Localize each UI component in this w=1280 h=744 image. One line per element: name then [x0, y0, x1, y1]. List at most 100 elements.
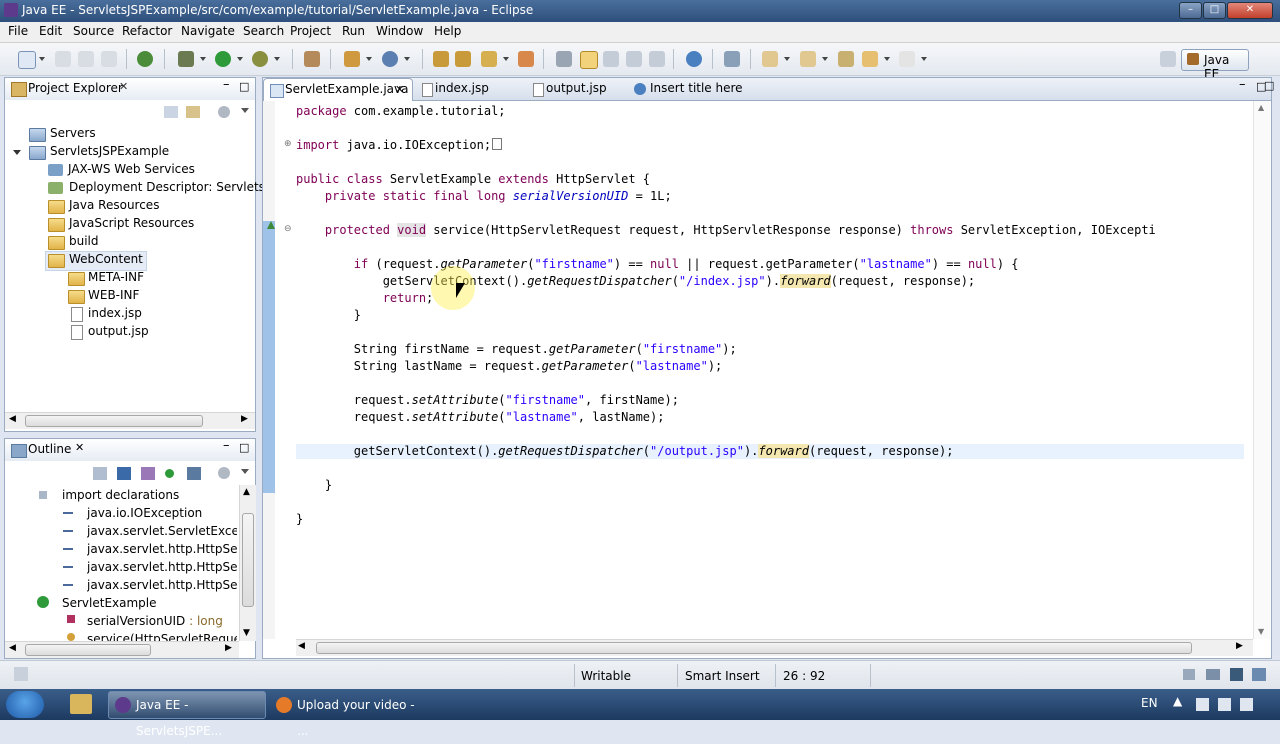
outline-import-3[interactable]: javax.servlet.http.HttpServlet: [87, 542, 237, 556]
prev-annotation-icon[interactable]: [800, 51, 816, 67]
hide-nonpublic-icon[interactable]: [165, 469, 174, 478]
outline-import-4[interactable]: javax.servlet.http.HttpServlet: [87, 560, 237, 574]
scrollbar-thumb[interactable]: [316, 642, 1192, 654]
tree-item-servers[interactable]: Servers: [50, 126, 96, 140]
tree-item-project[interactable]: ServletsJSPExample: [50, 144, 169, 158]
outline-import-declarations[interactable]: import declarations: [62, 488, 179, 502]
open-task-icon[interactable]: [518, 51, 534, 67]
console-icon[interactable]: [1230, 668, 1243, 681]
search-icon[interactable]: [481, 51, 497, 67]
maximize-button[interactable]: □: [1203, 2, 1226, 19]
menu-project[interactable]: Project: [290, 24, 331, 38]
action-center-icon[interactable]: [1196, 698, 1209, 711]
tree-item-javascript-resources[interactable]: JavaScript Resources: [69, 216, 194, 230]
close-tab-icon[interactable]: ✕: [395, 79, 404, 100]
tray-expand-icon[interactable]: ▲: [1173, 694, 1182, 708]
code-line[interactable]: public class ServletExample extends Http…: [296, 172, 650, 186]
menu-navigate[interactable]: Navigate: [181, 24, 235, 38]
tree-item-jaxws[interactable]: JAX-WS Web Services: [68, 162, 195, 176]
tab-index-jsp[interactable]: index.jsp: [418, 78, 510, 100]
open-type-icon[interactable]: [433, 51, 449, 67]
last-edit-icon[interactable]: [838, 51, 854, 67]
network-icon[interactable]: [1218, 698, 1231, 711]
new-dropdown-icon[interactable]: [39, 57, 45, 61]
problems-icon[interactable]: [1252, 668, 1266, 681]
tree-item-meta-inf[interactable]: META-INF: [88, 270, 144, 284]
hide-fields-icon[interactable]: [117, 467, 131, 480]
paragraph-icon[interactable]: [649, 51, 665, 67]
tree-item-web-inf[interactable]: WEB-INF: [88, 288, 139, 302]
expand-icon[interactable]: [13, 150, 21, 155]
editor-horizontal-scrollbar[interactable]: ◀ ▶: [296, 639, 1253, 656]
code-line[interactable]: getServletContext().getRequestDispatcher…: [296, 444, 953, 458]
sort-icon[interactable]: [93, 467, 107, 480]
link-editor-icon[interactable]: [186, 106, 200, 118]
outline-class[interactable]: ServletExample: [62, 596, 157, 610]
view-menu-icon[interactable]: [218, 106, 230, 118]
run-icon[interactable]: [215, 51, 231, 67]
new-class-icon[interactable]: [382, 51, 398, 67]
explorer-icon[interactable]: [70, 694, 92, 714]
debug-icon[interactable]: [178, 51, 194, 67]
view-menu-icon[interactable]: [218, 467, 230, 479]
close-view-icon[interactable]: ✕: [75, 441, 84, 454]
tree-item-index-jsp[interactable]: index.jsp: [88, 306, 142, 320]
menu-file[interactable]: File: [8, 24, 28, 38]
view-dropdown-icon[interactable]: [241, 108, 249, 113]
save-all-icon[interactable]: [78, 51, 94, 67]
taskbar-eclipse[interactable]: Java EE - ServletsJSPE...: [108, 691, 266, 738]
collapse-all-icon[interactable]: [164, 106, 178, 118]
start-button[interactable]: [6, 691, 44, 718]
tab-browser[interactable]: Insert title here: [633, 78, 743, 100]
code-line[interactable]: String firstName = request.getParameter(…: [296, 342, 737, 356]
code-line[interactable]: if (request.getParameter("firstname") ==…: [296, 257, 1019, 271]
external-tools-icon[interactable]: [252, 51, 268, 67]
open-resource-icon[interactable]: [455, 51, 471, 67]
code-line[interactable]: request.setAttribute("lastname", lastNam…: [296, 410, 665, 424]
menu-window[interactable]: Window: [376, 24, 423, 38]
refresh-icon[interactable]: [724, 51, 740, 67]
fold-collapse-icon[interactable]: ⊖: [284, 225, 293, 234]
tree-item-java-resources[interactable]: Java Resources: [69, 198, 159, 212]
code-line[interactable]: }: [296, 512, 303, 526]
toggle-highlight-icon[interactable]: [580, 51, 598, 69]
horizontal-scrollbar[interactable]: ◀ ▶: [5, 641, 239, 658]
menu-help[interactable]: Help: [434, 24, 461, 38]
maximize-area-icon[interactable]: □: [1264, 79, 1274, 92]
code-line[interactable]: package com.example.tutorial;: [296, 104, 506, 118]
outline-import-1[interactable]: java.io.IOException: [87, 506, 202, 520]
block-selection-icon[interactable]: [603, 51, 619, 67]
code-line[interactable]: protected void service(HttpServletReques…: [296, 223, 1244, 237]
tree-item-build[interactable]: build: [69, 234, 99, 248]
menu-run[interactable]: Run: [342, 24, 365, 38]
outline-field[interactable]: serialVersionUID : long: [87, 614, 223, 628]
language-indicator[interactable]: EN: [1141, 696, 1158, 710]
fast-view-icon[interactable]: [14, 667, 28, 681]
code-line[interactable]: request.setAttribute("firstname", firstN…: [296, 393, 679, 407]
scrollbar-thumb[interactable]: [25, 415, 203, 427]
save-icon[interactable]: [55, 51, 71, 67]
hide-static-icon[interactable]: [141, 467, 155, 480]
forward-icon[interactable]: [899, 51, 915, 67]
code-line[interactable]: }: [296, 308, 361, 322]
code-line[interactable]: String lastName = request.getParameter("…: [296, 359, 722, 373]
menu-refactor[interactable]: Refactor: [122, 24, 172, 38]
code-line[interactable]: }: [296, 478, 332, 492]
tree-item-webcontent[interactable]: WebContent: [69, 252, 143, 266]
close-view-icon[interactable]: ✕: [119, 80, 128, 93]
horizontal-scrollbar[interactable]: ◀ ▶: [5, 412, 255, 429]
close-button[interactable]: ✕: [1227, 2, 1273, 19]
menu-search[interactable]: Search: [243, 24, 284, 38]
minimize-view-icon[interactable]: –: [223, 438, 230, 453]
next-annotation-icon[interactable]: [762, 51, 778, 67]
print-icon[interactable]: [101, 51, 117, 67]
open-perspective-icon[interactable]: [1160, 51, 1176, 67]
menu-edit[interactable]: Edit: [39, 24, 62, 38]
menu-source[interactable]: Source: [73, 24, 114, 38]
minimize-button[interactable]: –: [1179, 2, 1202, 19]
code-line[interactable]: import java.io.IOException;: [296, 138, 503, 152]
new-icon[interactable]: [18, 51, 36, 69]
code-line[interactable]: getServletContext().getRequestDispatcher…: [296, 274, 975, 288]
view-dropdown-icon[interactable]: [241, 469, 249, 474]
tree-item-output-jsp[interactable]: output.jsp: [88, 324, 149, 338]
